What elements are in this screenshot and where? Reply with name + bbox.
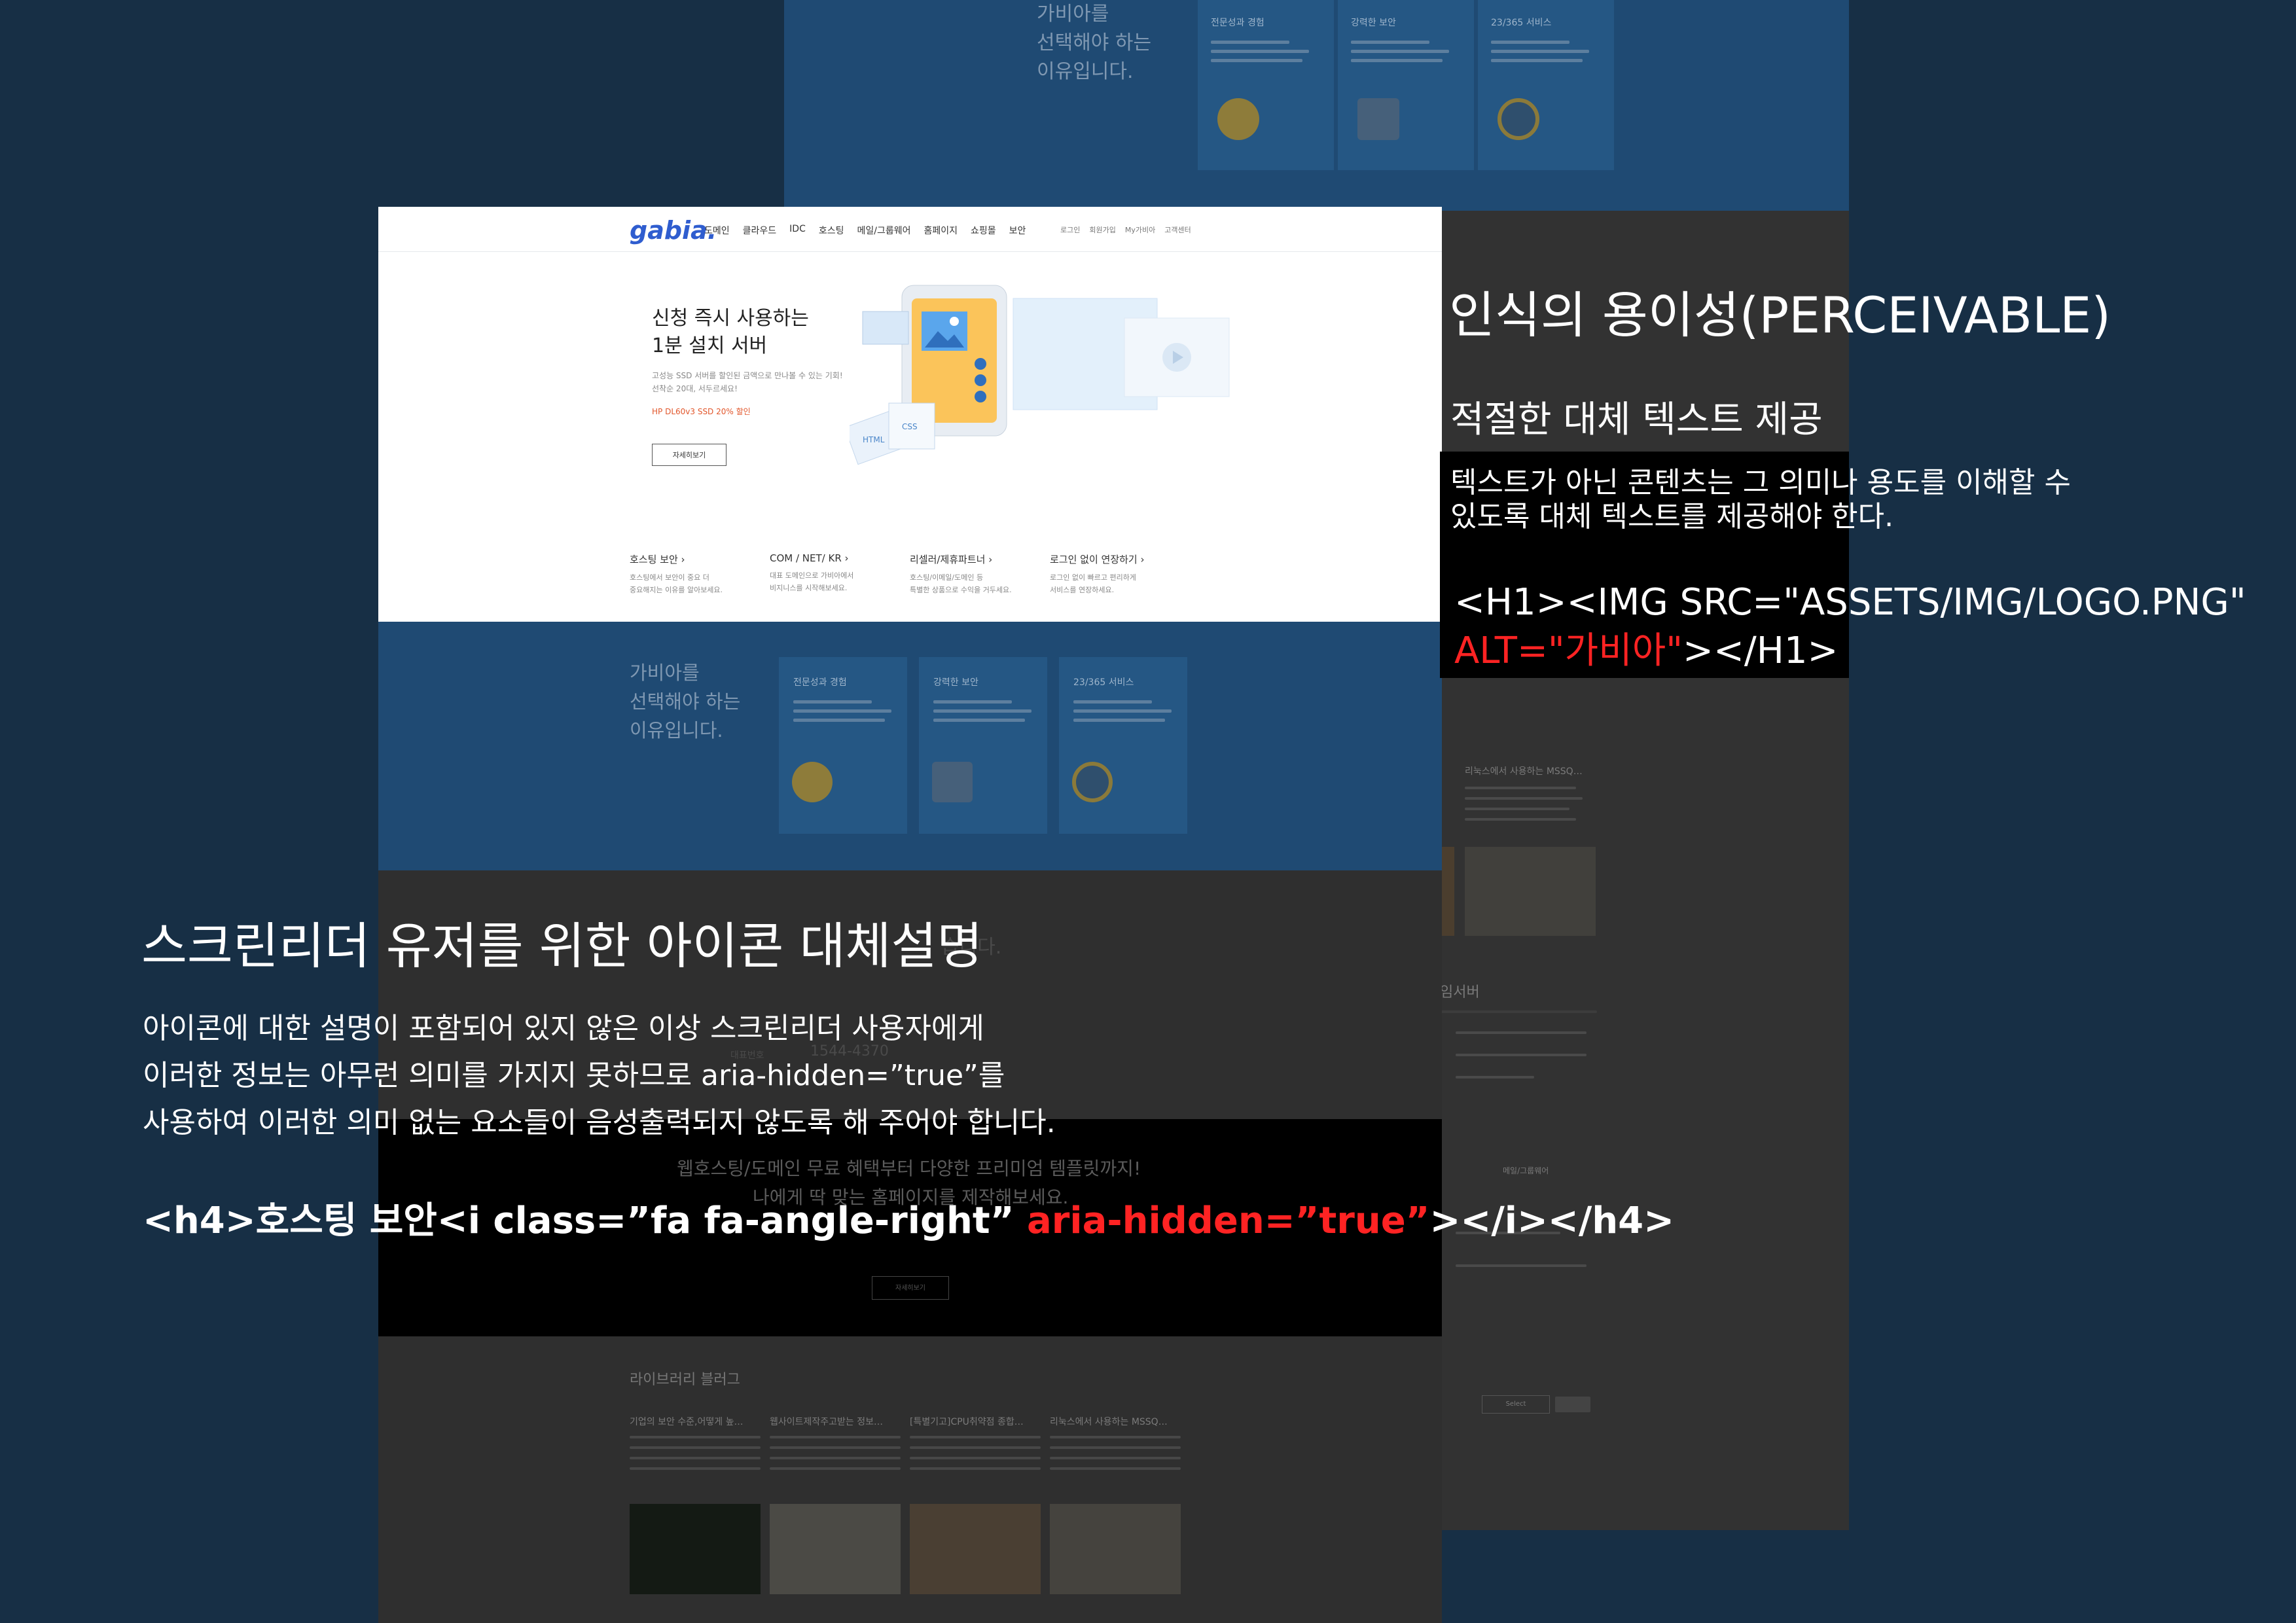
gabia-homepage-screenshot: gabia. 도메인 클라우드 IDC 호스팅 메일/그룹웨어 홈페이지 쇼핑몰…	[378, 207, 1442, 622]
feature-reseller[interactable]: 리셀러/제휴파트너 › 호스팅/이메일/도메인 등 특별한 상품으로 수익을 거…	[910, 552, 1041, 596]
feature-desc: 호스팅에서 보안이 중요 더 중요해지는 이유를 알아보세요.	[630, 573, 723, 594]
bg-card-expertise: 전문성과 경험	[1198, 0, 1334, 170]
award-badge-icon	[792, 762, 833, 802]
feature-title: 리셀러/제휴파트너 ›	[910, 554, 993, 565]
svg-text:CSS: CSS	[902, 422, 918, 431]
feature-hosting-security[interactable]: 호스팅 보안 › 호스팅에서 보안이 중요 더 중요해지는 이유를 알아보세요.	[630, 552, 761, 596]
bg-card-security: 강력한 보안	[1338, 0, 1474, 170]
why-card-title: 강력한 보안	[933, 677, 978, 688]
server-illustration: HTML CSS	[850, 272, 1255, 488]
money-thumbnail[interactable]	[770, 1504, 901, 1594]
code-alt-attr: ALT="가비아"	[1454, 630, 1683, 672]
menu-item-shopping[interactable]: 쇼핑몰	[971, 224, 996, 237]
feature-title: 호스팅 보안 ›	[630, 554, 685, 565]
screen-reader-heading: 스크린리더 유저를 위한 아이콘 대체설명	[141, 917, 983, 975]
alt-text-subheading: 적절한 대체 텍스트 제공	[1450, 399, 1823, 441]
clock-24-icon	[1498, 98, 1539, 140]
menu-item-homepage[interactable]: 홈페이지	[924, 224, 958, 237]
bg-card-service: 23/365 서비스	[1478, 0, 1614, 170]
my-gabia-link[interactable]: My가비아	[1125, 224, 1155, 235]
code-line-img: <H1><IMG SRC="ASSETS/IMG/LOGO.PNG"	[1454, 581, 2246, 624]
code-h4-open: <h4>호스팅 보안<i class=”fa fa-angle-right”	[143, 1200, 1027, 1242]
screen-reader-description: 아이콘에 대한 설명이 포함되어 있지 않은 이상 스크린리더 사용자에게 이러…	[143, 1012, 1056, 1139]
menu-item-domain[interactable]: 도메인	[704, 224, 730, 237]
why-gabia-title: 가비아를 선택해야 하는 이유입니다.	[630, 662, 741, 741]
perceivable-heading: 인식의 용이성(PERCEIVABLE)	[1449, 286, 2111, 344]
aria-code-example: <h4>호스팅 보안<i class=”fa fa-angle-right” a…	[143, 1191, 1674, 1244]
why-card-expertise: 전문성과 경험	[779, 657, 907, 834]
right-server-label: 임서버	[1440, 984, 1480, 1001]
right-laptop-thumb	[1465, 847, 1596, 936]
alt-text-description: 텍스트가 아닌 콘텐츠는 그 의미나 용도를 이해할 수 있도록 대체 텍스트를…	[1450, 466, 2071, 533]
menu-item-hosting[interactable]: 호스팅	[819, 224, 844, 237]
library-section: 라이브러리 블러그 기업의 보안 수준,어떻게 높… 웹사이트제작주고받는 정보…	[378, 1336, 1442, 1623]
utility-menu: 로그인 회원가입 My가비아 고객센터	[1060, 224, 1191, 235]
promo-line-1: 웹호스팅/도메인 무료 혜택부터 다양한 프리미엄 템플릿까지!	[677, 1158, 1141, 1179]
alt-code-example: <H1><IMG SRC="ASSETS/IMG/LOGO.PNG" ALT="…	[1454, 579, 2246, 675]
library-post[interactable]: 리눅스에서 사용하는 MSSQ…	[1050, 1415, 1181, 1470]
menu-item-security[interactable]: 보안	[1009, 224, 1026, 237]
library-post[interactable]: [특별기고]CPU취약점 종합…	[910, 1415, 1041, 1470]
camera-thumbnail[interactable]	[910, 1504, 1041, 1594]
right-mail-label: 메일/그룹웨어	[1503, 1166, 1549, 1175]
code-thumbnail[interactable]	[630, 1504, 761, 1594]
background-screenshot-top: 가비아를 선택해야 하는 이유입니다. 전문성과 경험 강력한 보안 23/36…	[784, 0, 1849, 211]
feature-title: 로그인 없이 연장하기 ›	[1050, 554, 1145, 565]
signup-link[interactable]: 회원가입	[1089, 224, 1115, 235]
hero-description: 고성능 SSD 서버를 할인된 금액으로 만나볼 수 있는 기회! 선착순 20…	[652, 371, 843, 393]
bg-card-title: 전문성과 경험	[1211, 18, 1265, 28]
award-badge-icon	[1217, 98, 1259, 140]
global-navigation: gabia. 도메인 클라우드 IDC 호스팅 메일/그룹웨어 홈페이지 쇼핑몰…	[378, 207, 1442, 252]
feature-domain[interactable]: COM / NET/ KR › 대표 도메인으로 가비아에서 비지니스를 시작해…	[770, 552, 901, 594]
login-link[interactable]: 로그인	[1060, 224, 1080, 235]
gnb-menu: 도메인 클라우드 IDC 호스팅 메일/그룹웨어 홈페이지 쇼핑몰 보안	[704, 224, 1026, 237]
feature-renew[interactable]: 로그인 없이 연장하기 › 로그인 없이 빠르고 편리하게 서비스를 연장하세요…	[1050, 552, 1181, 596]
why-gabia-section: 가비아를 선택해야 하는 이유입니다. 전문성과 경험 강력한 보안 23/36…	[378, 622, 1442, 870]
why-card-title: 23/365 서비스	[1073, 677, 1134, 688]
svg-text:HTML: HTML	[863, 435, 885, 444]
code-close-tag: ></H1>	[1683, 630, 1839, 672]
why-card-service: 23/365 서비스	[1059, 657, 1187, 834]
feature-desc: 호스팅/이메일/도메인 등 특별한 상품으로 수익을 거두세요.	[910, 573, 1012, 594]
promo-detail-button[interactable]: 자세히보기	[872, 1276, 949, 1300]
library-title: 라이브러리 블러그	[630, 1372, 740, 1388]
shield-server-icon	[1357, 98, 1399, 140]
why-card-security: 강력한 보안	[919, 657, 1047, 834]
hero-detail-button[interactable]: 자세히보기	[652, 444, 726, 466]
library-post-title: 기업의 보안 수준,어떻게 높…	[630, 1417, 744, 1427]
menu-item-idc[interactable]: IDC	[789, 224, 806, 237]
customer-center-link[interactable]: 고객센터	[1164, 224, 1191, 235]
library-post-title: [특별기고]CPU취약점 종합…	[910, 1417, 1024, 1427]
right-thumb-edge	[1440, 847, 1454, 936]
library-post-title: 웹사이트제작주고받는 정보…	[770, 1417, 884, 1427]
why-gabia-title-faded: 가비아를 선택해야 하는 이유입니다.	[1037, 3, 1152, 83]
clock-24-icon	[1072, 762, 1113, 802]
library-post-title: 리눅스에서 사용하는 MSSQ…	[1050, 1417, 1168, 1427]
bg-card-title: 강력한 보안	[1351, 18, 1396, 28]
right-post-title: 리눅스에서 사용하는 MSSQ…	[1465, 766, 1583, 777]
shield-server-icon	[932, 762, 973, 802]
bg-card-title: 23/365 서비스	[1491, 18, 1552, 28]
code-line-alt: ALT="가비아"></H1>	[1454, 627, 2246, 675]
library-post[interactable]: 웹사이트제작주고받는 정보…	[770, 1415, 901, 1470]
why-card-title: 전문성과 경험	[793, 677, 847, 688]
right-select[interactable]: Select	[1482, 1395, 1550, 1414]
menu-item-cloud[interactable]: 클라우드	[743, 224, 777, 237]
feature-title: COM / NET/ KR ›	[770, 552, 849, 564]
feature-desc: 로그인 없이 빠르고 편리하게 서비스를 연장하세요.	[1050, 573, 1136, 594]
laptop-thumbnail[interactable]	[1050, 1504, 1181, 1594]
code-h4-close: ></i></h4>	[1429, 1200, 1675, 1242]
library-post[interactable]: 기업의 보안 수준,어떻게 높…	[630, 1415, 761, 1470]
hero-promo: HP DL60v3 SSD 20% 할인	[652, 407, 751, 416]
feature-desc: 대표 도메인으로 가비아에서 비지니스를 시작해보세요.	[770, 571, 854, 592]
code-aria-attr: aria-hidden=”true”	[1027, 1200, 1430, 1242]
hero-title: 신청 즉시 사용하는 1분 설치 서버	[652, 307, 809, 357]
menu-item-mail[interactable]: 메일/그룹웨어	[857, 224, 911, 237]
